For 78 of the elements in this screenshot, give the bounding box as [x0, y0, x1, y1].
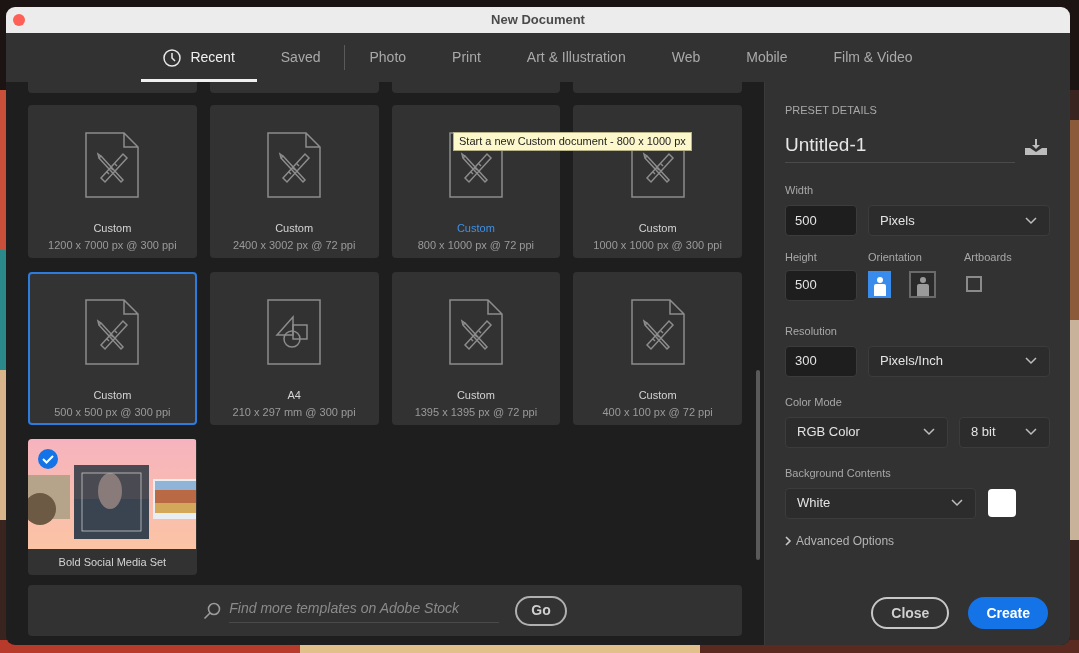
- preset-size: 500 x 500 px @ 300 ppi: [54, 405, 171, 419]
- preset-name: A4: [287, 388, 301, 402]
- clock-icon: [163, 48, 182, 67]
- preset-size: 210 x 297 mm @ 300 ppi: [232, 405, 356, 419]
- tooltip: Start a new Custom document - 800 x 1000 px: [453, 132, 692, 151]
- create-button[interactable]: Create: [968, 597, 1048, 629]
- document-icon: [85, 299, 140, 365]
- background-select[interactable]: White: [785, 487, 976, 519]
- field-label: Background Contents: [785, 466, 891, 479]
- chevron-down-icon: [1025, 428, 1037, 436]
- width-unit-select[interactable]: Pixels: [868, 205, 1050, 236]
- shapes-document-icon: [267, 299, 322, 365]
- preset-card[interactable]: A4 210 x 297 mm @ 300 ppi: [209, 272, 379, 425]
- preset-card[interactable]: Custom 2400 x 3002 px @ 72 ppi: [209, 105, 379, 258]
- preset-card[interactable]: Custom 500 x 500 px @ 300 ppi: [28, 272, 197, 425]
- preset-size: 400 x 100 px @ 72 ppi: [602, 405, 713, 419]
- category-tab[interactable]: Saved: [258, 33, 343, 82]
- preset-card[interactable]: [28, 82, 197, 93]
- document-name-field[interactable]: Untitled-1: [785, 130, 1015, 163]
- category-tab[interactable]: Print: [430, 33, 503, 82]
- close-window-button[interactable]: [13, 14, 25, 26]
- field-label: Color Mode: [785, 395, 842, 408]
- category-tab[interactable]: Art & Illustration: [504, 33, 648, 82]
- save-preset-icon[interactable]: [1025, 138, 1047, 155]
- field-label: Height: [785, 250, 818, 265]
- preset-size: 2400 x 3002 px @ 72 ppi: [232, 238, 356, 252]
- width-field[interactable]: 500: [785, 205, 857, 236]
- preset-name: Custom: [638, 388, 677, 402]
- preset-size: 1395 x 1395 px @ 72 ppi: [414, 405, 538, 419]
- document-icon: [85, 132, 140, 198]
- preset-card[interactable]: Custom 400 x 100 px @ 72 ppi: [573, 272, 742, 425]
- preset-name: Custom: [93, 221, 132, 235]
- bit-depth-select[interactable]: 8 bit: [959, 416, 1050, 448]
- resolution-unit-select[interactable]: Pixels/Inch: [868, 345, 1050, 377]
- preset-name: Custom: [456, 221, 495, 235]
- chevron-down-icon: [923, 428, 935, 436]
- category-tab[interactable]: Photo: [347, 33, 429, 82]
- preset-name: Custom: [275, 221, 314, 235]
- template-name: Bold Social Media Set: [58, 555, 167, 570]
- field-label: Resolution: [785, 324, 837, 337]
- resolution-field[interactable]: 300: [785, 345, 857, 377]
- height-field[interactable]: 500: [785, 269, 857, 301]
- category-tab[interactable]: Mobile: [724, 33, 810, 82]
- close-button[interactable]: Close: [871, 597, 950, 629]
- preset-size: 1200 x 7000 px @ 300 ppi: [48, 238, 177, 252]
- category-tab[interactable]: Web: [649, 33, 723, 82]
- preset-card[interactable]: Custom 1395 x 1395 px @ 72 ppi: [391, 272, 561, 425]
- chevron-down-icon: [1025, 357, 1037, 365]
- panel-heading: PRESET DETAILS: [785, 103, 878, 118]
- template-card[interactable]: Bold Social Media Set: [28, 439, 197, 575]
- color-mode-select[interactable]: RGB Color: [785, 416, 948, 448]
- advanced-options-toggle[interactable]: Advanced Options: [785, 531, 895, 550]
- artboards-checkbox[interactable]: [966, 275, 982, 292]
- preset-size: 800 x 1000 px @ 72 ppi: [417, 238, 535, 252]
- field-label: Width: [785, 184, 814, 196]
- preset-name: Custom: [93, 388, 132, 402]
- search-icon: [203, 601, 222, 620]
- preset-size: 1000 x 1000 px @ 300 ppi: [593, 238, 722, 252]
- field-label: Orientation: [868, 250, 923, 265]
- portrait-button[interactable]: [868, 270, 891, 298]
- color-swatch[interactable]: [988, 489, 1016, 517]
- landscape-button[interactable]: [909, 270, 936, 298]
- document-icon: [630, 299, 685, 365]
- preset-card[interactable]: [209, 82, 379, 93]
- window-title: New Document: [491, 11, 585, 30]
- chevron-right-icon: [785, 535, 792, 546]
- chevron-down-icon: [1025, 216, 1037, 225]
- field-label: Artboards: [964, 250, 1012, 265]
- document-icon: [267, 132, 322, 198]
- preset-name: Custom: [456, 388, 495, 402]
- preset-card[interactable]: Custom 1200 x 7000 px @ 300 ppi: [28, 105, 197, 258]
- preset-name: Custom: [638, 221, 677, 235]
- category-tab[interactable]: Film & Video: [811, 33, 935, 82]
- scrollbar-thumb[interactable]: [756, 370, 760, 560]
- search-field[interactable]: Find more templates on Adobe Stock: [229, 598, 500, 623]
- chevron-down-icon: [951, 499, 963, 507]
- document-icon: [448, 299, 503, 365]
- go-button[interactable]: Go: [515, 595, 567, 626]
